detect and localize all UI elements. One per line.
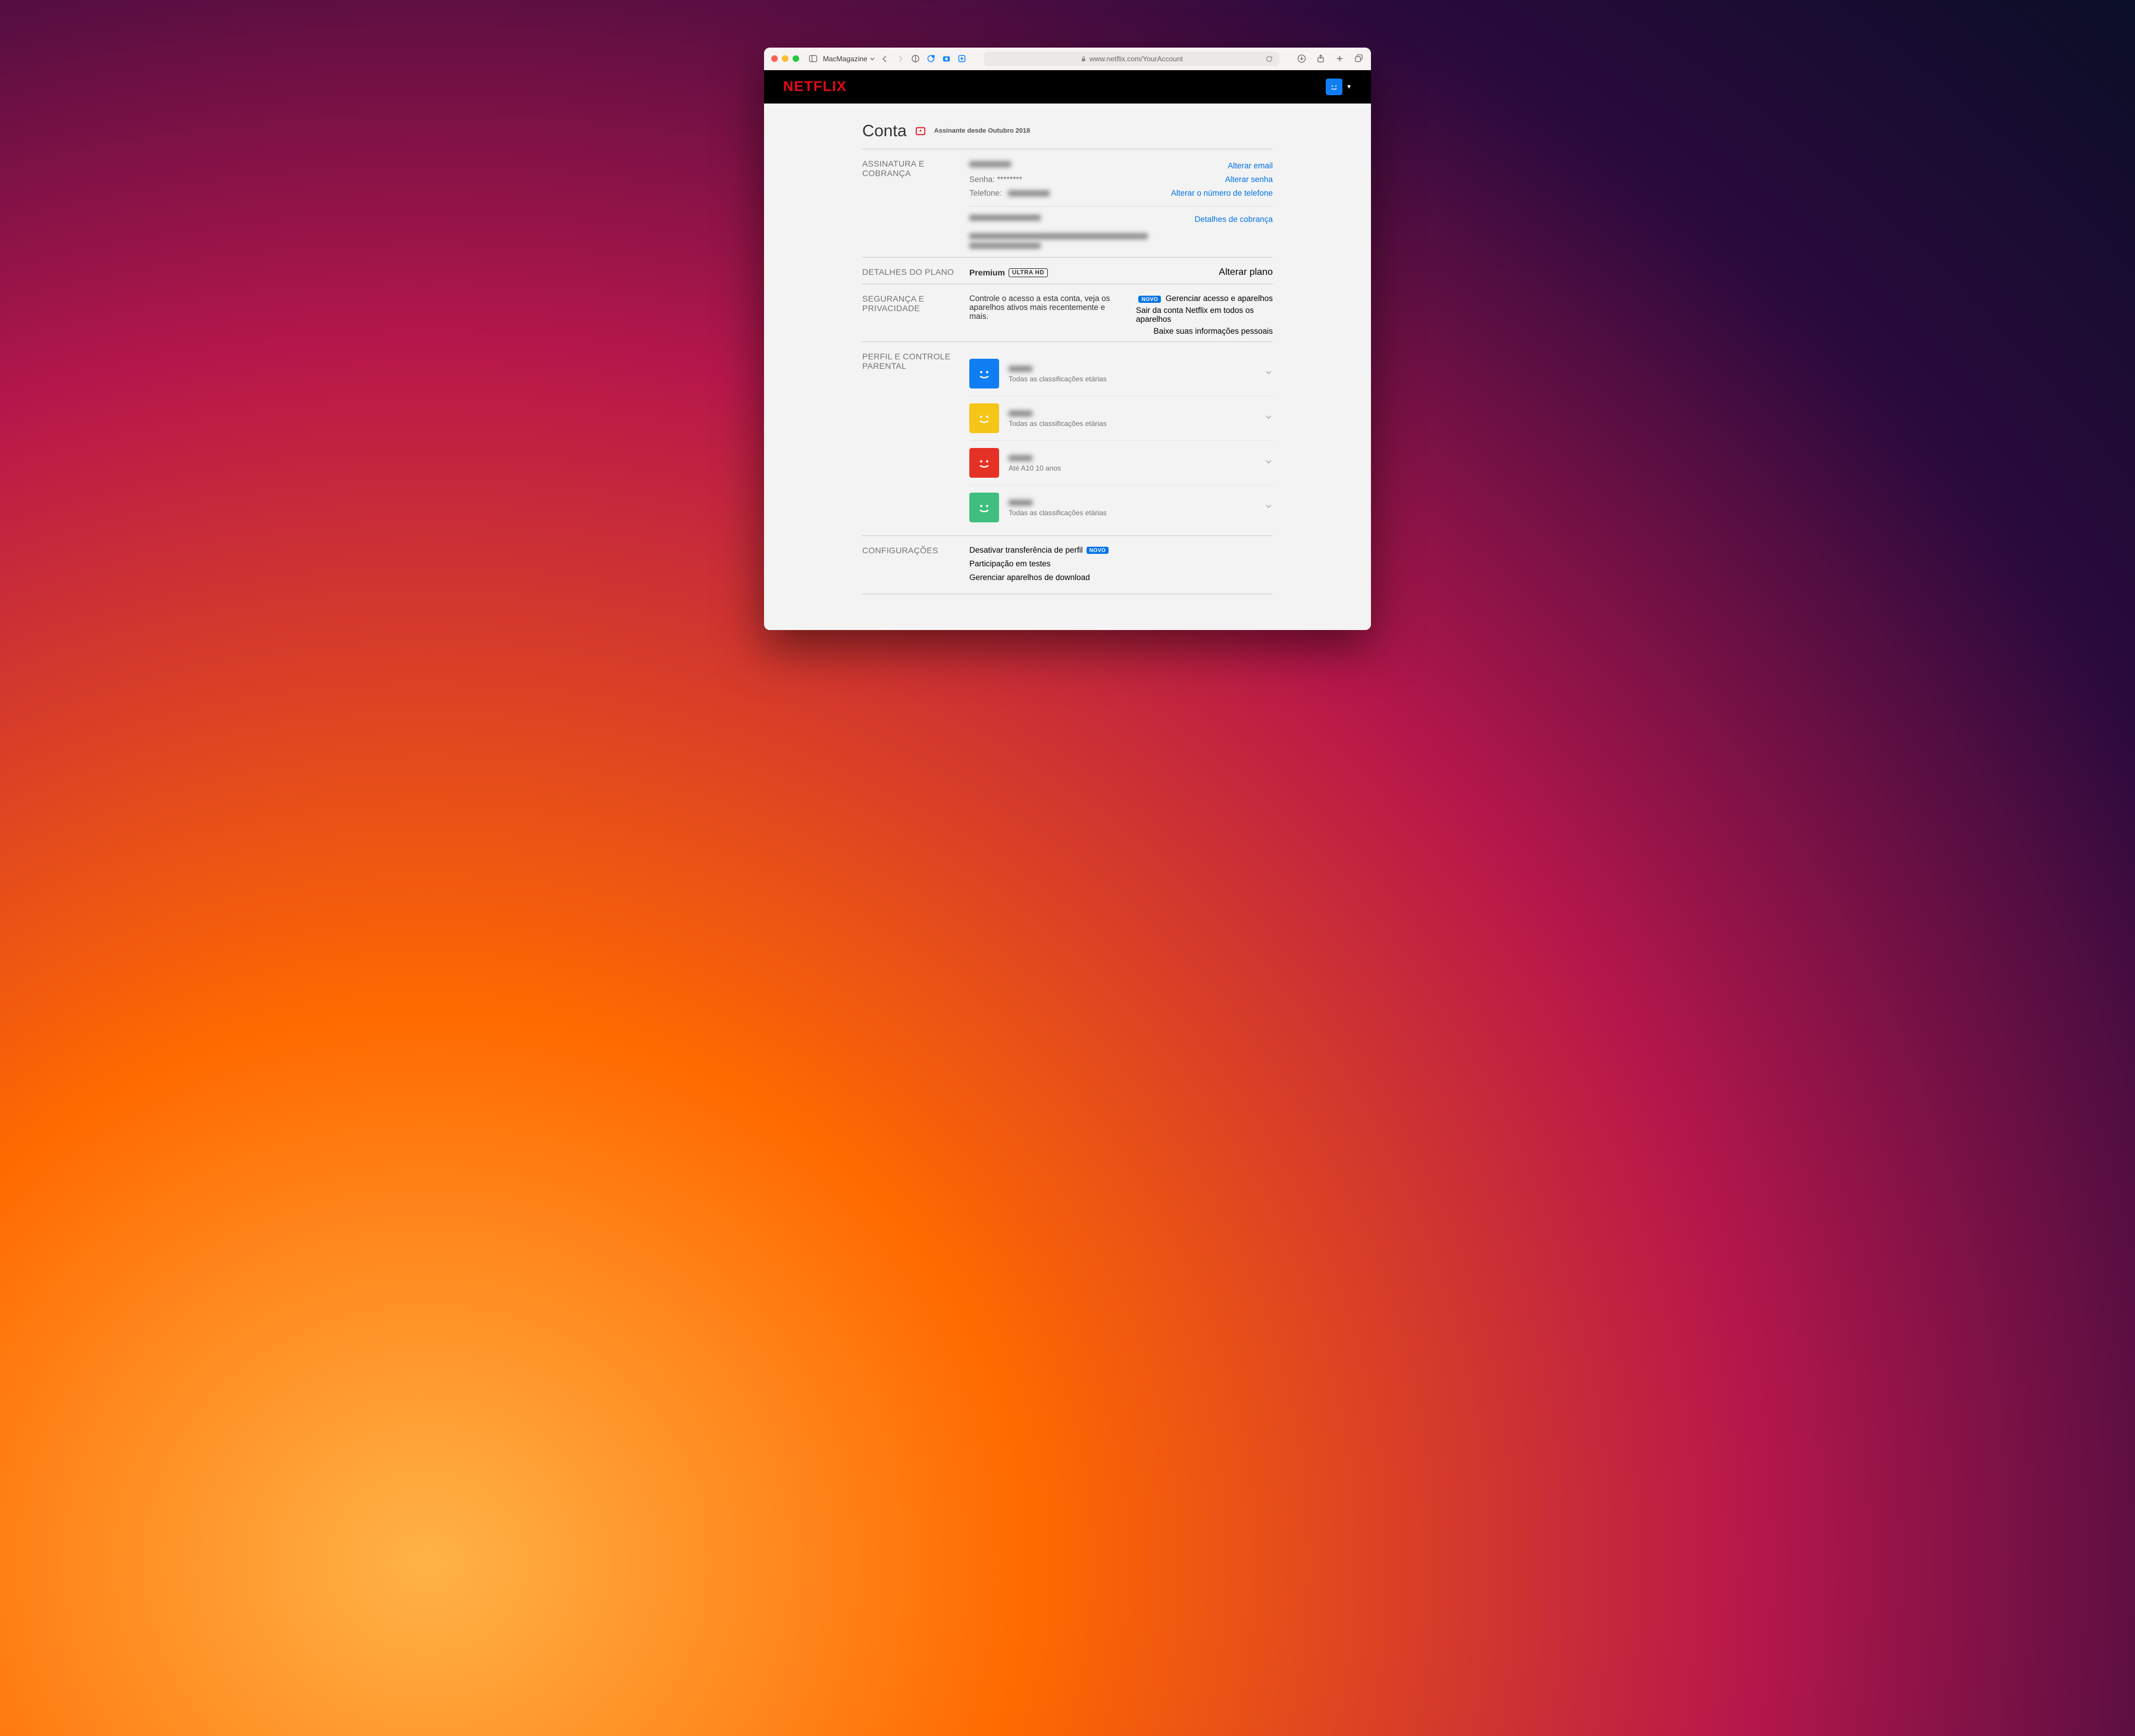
tab-overview-icon[interactable]	[1353, 54, 1364, 64]
novo-badge-2: NOVO	[1087, 547, 1109, 554]
settings-section: CONFIGURAÇÕES Desativar transferência de…	[862, 535, 1273, 594]
url-text: www.netflix.com/YourAccount	[1090, 55, 1183, 63]
tab-group-label: MacMagazine	[823, 55, 868, 63]
netflix-header: NETFLIX ▼	[764, 70, 1371, 104]
chevron-down-icon	[1264, 502, 1273, 513]
reload-button[interactable]	[1264, 54, 1275, 64]
fullscreen-window-button[interactable]	[793, 55, 799, 62]
redacted-email	[969, 161, 1011, 167]
browser-toolbar: MacMagazine www.netflix.com/YourAccount	[764, 48, 1371, 70]
camera-icon[interactable]	[941, 54, 952, 64]
phone-label: Telefone:	[969, 189, 1002, 198]
toolbar-right	[1296, 54, 1364, 64]
browser-window: MacMagazine www.netflix.com/YourAccount	[764, 48, 1371, 630]
redacted-profile-name	[1009, 500, 1032, 506]
netflix-logo[interactable]: NETFLIX	[783, 79, 847, 95]
profile-rating: Todas as classificações etárias	[1009, 509, 1255, 517]
billing-details-link[interactable]: Detalhes de cobrança	[1195, 215, 1273, 224]
profile-avatar-icon	[969, 448, 999, 478]
plan-section: DETALHES DO PLANO Premium ULTRA HD Alter…	[862, 257, 1273, 284]
manage-access-link[interactable]: Gerenciar acesso e aparelhos	[1166, 294, 1273, 303]
profile-avatar-icon	[969, 359, 999, 388]
security-title: SEGURANÇA E PRIVACIDADE	[862, 294, 969, 336]
caret-down-icon: ▼	[1346, 84, 1352, 90]
lock-icon	[1081, 56, 1087, 62]
redacted-profile-name	[1009, 366, 1032, 372]
minimize-window-button[interactable]	[782, 55, 788, 62]
profile-avatar-icon	[969, 493, 999, 522]
password-label: Senha:	[969, 175, 995, 184]
chevron-down-icon	[870, 57, 875, 61]
profile-rating: Até A10 10 anos	[1009, 464, 1255, 472]
close-window-button[interactable]	[771, 55, 778, 62]
profile-avatar-icon	[1326, 79, 1342, 95]
redacted-phone	[1008, 190, 1050, 196]
profile-row[interactable]: Todas as classificações etárias	[969, 352, 1273, 396]
address-bar[interactable]: www.netflix.com/YourAccount	[984, 52, 1279, 66]
download-info-link[interactable]: Baixe suas informações pessoais	[1154, 327, 1273, 336]
chevron-down-icon	[1264, 368, 1273, 380]
change-plan-link[interactable]: Alterar plano	[1219, 267, 1273, 278]
profile-menu[interactable]: ▼	[1326, 79, 1352, 95]
chevron-down-icon	[1264, 457, 1273, 469]
forward-button[interactable]	[895, 54, 906, 64]
security-section: SEGURANÇA E PRIVACIDADE Controle o acess…	[862, 284, 1273, 341]
account-page: Conta Assinante desde Outubro 2018 ASSIN…	[764, 104, 1371, 630]
back-button[interactable]	[879, 54, 890, 64]
password-value: ********	[997, 175, 1022, 184]
profile-row[interactable]: Até A10 10 anos	[969, 440, 1273, 485]
page-title: Conta	[862, 121, 907, 140]
new-tab-icon[interactable]	[1334, 54, 1345, 64]
page-header: Conta Assinante desde Outubro 2018	[862, 121, 1273, 140]
membership-section: ASSINATURA E COBRANÇA Alterar email Senh…	[862, 149, 1273, 257]
redacted-address-1	[969, 233, 1148, 239]
member-since-icon	[915, 126, 926, 136]
plan-name: Premium	[969, 268, 1005, 277]
change-phone-link[interactable]: Alterar o número de telefone	[1171, 189, 1273, 198]
redacted-profile-name	[1009, 411, 1032, 416]
profile-rating: Todas as classificações etárias	[1009, 375, 1255, 383]
disable-transfer-link[interactable]: Desativar transferência de perfil NOVO	[969, 546, 1273, 554]
member-since-text: Assinante desde Outubro 2018	[934, 127, 1030, 134]
shield-icon[interactable]	[910, 54, 921, 64]
downloads-icon[interactable]	[1296, 54, 1307, 64]
extension-icon-2[interactable]	[957, 54, 968, 64]
profile-row[interactable]: Todas as classificações etárias	[969, 485, 1273, 529]
ultrahd-badge: ULTRA HD	[1009, 268, 1048, 277]
redacted-address-2	[969, 243, 1041, 249]
window-controls	[771, 55, 799, 62]
share-icon[interactable]	[1315, 54, 1326, 64]
security-description: Controle o acesso a esta conta, veja os …	[969, 294, 1124, 321]
settings-title: CONFIGURAÇÕES	[862, 546, 969, 582]
redacted-payment	[969, 215, 1041, 221]
profile-avatar-icon	[969, 403, 999, 433]
membership-title: ASSINATURA E COBRANÇA	[862, 159, 969, 251]
plan-title: DETALHES DO PLANO	[862, 267, 969, 278]
profile-rating: Todas as classificações etárias	[1009, 419, 1255, 428]
profile-row[interactable]: Todas as classificações etárias	[969, 396, 1273, 440]
change-password-link[interactable]: Alterar senha	[1225, 175, 1273, 184]
disable-transfer-label: Desativar transferência de perfil	[969, 546, 1083, 554]
profiles-title: PERFIL E CONTROLE PARENTAL	[862, 352, 969, 529]
extension-icon-1[interactable]	[926, 54, 937, 64]
chevron-down-icon	[1264, 413, 1273, 424]
profiles-section: PERFIL E CONTROLE PARENTAL Todas as clas…	[862, 341, 1273, 535]
sign-out-all-link[interactable]: Sair da conta Netflix em todos os aparel…	[1136, 306, 1273, 324]
redacted-profile-name	[1009, 455, 1032, 461]
test-participation-link[interactable]: Participação em testes	[969, 559, 1273, 568]
sidebar-toggle-icon[interactable]	[807, 54, 818, 64]
novo-badge: NOVO	[1138, 296, 1161, 303]
change-email-link[interactable]: Alterar email	[1228, 161, 1273, 170]
tab-group-dropdown[interactable]: MacMagazine	[823, 55, 875, 63]
manage-downloads-link[interactable]: Gerenciar aparelhos de download	[969, 573, 1273, 582]
